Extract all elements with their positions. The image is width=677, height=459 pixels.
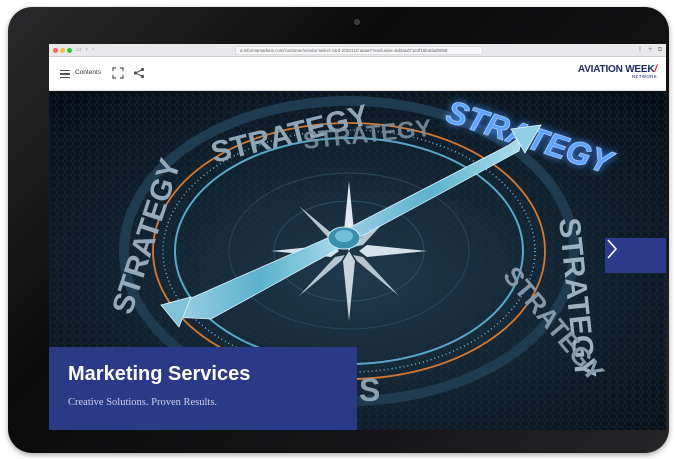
strategy-word-bottom: S <box>359 372 380 408</box>
marketing-services-panel: Marketing Services Creative Solutions. P… <box>49 347 357 430</box>
new-tab-icon[interactable]: + <box>648 46 653 54</box>
tab-overview-icon[interactable]: ⧉ <box>658 46 662 54</box>
panel-title: Marketing Services <box>68 363 251 385</box>
browser-actions: ⇧ + ⧉ <box>638 46 662 54</box>
window-controls <box>53 47 72 53</box>
browser-chrome: ▭ ‹ › a.informamarkets.com/customer/vend… <box>49 44 666 57</box>
share-browser-icon[interactable]: ⇧ <box>638 46 643 54</box>
minimize-window-button[interactable] <box>60 47 65 53</box>
menu-icon[interactable] <box>60 70 70 78</box>
panel-subtitle: Creative Solutions. Proven Results. <box>68 397 218 408</box>
address-url: a.informamarkets.com/customer/vendor-sel… <box>240 48 448 53</box>
zoom-window-button[interactable] <box>67 47 72 53</box>
fullscreen-icon[interactable] <box>112 67 124 79</box>
next-slide-button[interactable] <box>605 238 666 273</box>
share-icon[interactable] <box>133 67 145 79</box>
address-bar[interactable]: a.informamarkets.com/customer/vendor-sel… <box>235 46 483 55</box>
back-button[interactable]: ‹ <box>86 47 88 53</box>
hero-banner: STRATEGY STRATEGY STRATEGY STRATEGY STRA… <box>49 91 666 430</box>
aviation-week-logo[interactable]: AVIATION WEEK/ NETWORK <box>578 64 657 79</box>
chevron-right-icon <box>607 239 618 259</box>
contents-button[interactable]: Contents <box>75 69 101 76</box>
forward-button[interactable]: › <box>92 47 94 53</box>
camera-dot <box>354 19 360 25</box>
sidebar-toggle-icon[interactable]: ▭ <box>76 47 82 53</box>
device-stage: ▭ ‹ › a.informamarkets.com/customer/vend… <box>0 0 677 459</box>
close-window-button[interactable] <box>53 47 58 53</box>
app-toolbar: Contents AVIATION WEEK/ NETWORK <box>49 57 666 91</box>
tablet-screen: ▭ ‹ › a.informamarkets.com/customer/vend… <box>49 44 666 430</box>
